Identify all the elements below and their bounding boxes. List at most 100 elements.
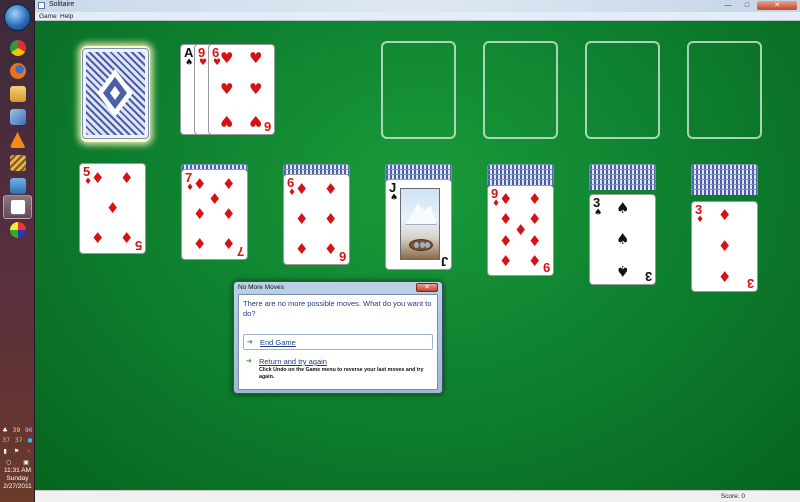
card-rank-bottom: 7	[236, 244, 244, 259]
waste-2-suit-icon: ♥	[199, 58, 208, 68]
spade-icon: ♠	[594, 208, 603, 218]
solitaire-icon	[9, 199, 26, 215]
tableau-3-top-card[interactable]: 6 ♦ ♦ ♦ ♦ ♦ ♦ ♦ 6	[283, 174, 350, 265]
diamond-pip: ♦	[295, 240, 309, 258]
explorer-icon	[9, 86, 26, 102]
heart-pip: ♥	[249, 49, 263, 67]
maximize-button[interactable]: □	[738, 1, 756, 10]
dialog-close-button[interactable]: ✕	[416, 283, 438, 292]
clock-day: Sunday	[6, 475, 29, 482]
diamond-pip: ♦	[295, 180, 309, 198]
card-rank-bottom: 3	[746, 276, 754, 291]
title-bar[interactable]: Solitaire — □ ✕	[35, 0, 800, 12]
card-rank-bottom: 9	[542, 260, 550, 275]
dialog-message: There are no more possible moves. What d…	[243, 299, 432, 318]
diamond-pip: ♦	[120, 169, 134, 187]
foundation-slot-4[interactable]	[687, 41, 762, 139]
diamond-pip: ♦	[120, 229, 134, 247]
foundation-slot-3[interactable]	[585, 41, 660, 139]
diamond-pip: ♦	[208, 190, 222, 208]
diamond-pip: ♦	[324, 210, 338, 228]
chrome-taskbar-button[interactable]	[3, 36, 32, 60]
firefox-taskbar-button[interactable]	[3, 59, 32, 83]
solitaire-app-icon[interactable]	[38, 2, 45, 9]
solitaire-taskbar-button[interactable]	[3, 195, 32, 219]
tray-value-4: 37	[14, 437, 23, 444]
start-orb-button[interactable]	[4, 4, 31, 31]
tray-flag-icon[interactable]: ⚑	[14, 448, 19, 455]
diamond-pip: ♦	[193, 235, 207, 253]
tableau-6-top-card[interactable]: 3 ♠ ♠ ♠ ♠ 3	[589, 194, 656, 285]
diamond-pip: ♦	[295, 210, 309, 228]
mountain-illustration	[405, 203, 437, 225]
return-and-try-again-button[interactable]: ➔ Return and try again Click Undo on the…	[243, 354, 433, 388]
jack-face-illustration	[400, 188, 440, 260]
diamond-pip: ♦	[91, 229, 105, 247]
spade-pip: ♠	[616, 199, 630, 217]
vlc-icon	[9, 132, 26, 148]
clock-time: 11:31 AM	[4, 467, 31, 474]
tableau-4-top-card[interactable]: J ♠ J	[385, 179, 452, 270]
end-game-button[interactable]: ➔ End Game	[243, 334, 433, 350]
tableau-2-top-card[interactable]: 7 ♦ ♦ ♦ ♦ ♦ ♦ ♦ ♦ 7	[181, 169, 248, 260]
diamond-pip: ♦	[718, 206, 732, 224]
tray-display-icon[interactable]: ▣	[23, 459, 29, 466]
diamond-pip: ♦	[528, 232, 542, 250]
virtualbox-icon	[9, 109, 26, 125]
menu-game[interactable]: Game	[39, 12, 57, 21]
diamond-pip: ♦	[718, 237, 732, 255]
clock-date: 2/27/2011	[3, 483, 32, 490]
virtualbox-taskbar-button[interactable]	[3, 105, 32, 129]
card-rank-bottom: J	[440, 254, 448, 269]
diamond-pip: ♦	[499, 210, 513, 228]
diamond-pip: ♦	[514, 221, 528, 239]
stock-pile[interactable]	[82, 48, 149, 139]
heart-pip: ♥	[220, 80, 234, 98]
menu-help[interactable]: Help	[60, 12, 73, 21]
waste-top-card[interactable]: 6 ♥ ♥ ♥ ♥ ♥ ♥ ♥ 6	[208, 44, 275, 135]
card-rank-bottom: 3	[644, 269, 652, 284]
tools-icon	[9, 155, 26, 171]
foundation-slot-1[interactable]	[381, 41, 456, 139]
tray-network-icon[interactable]: ▮	[4, 448, 7, 455]
solitaire-window: Solitaire — □ ✕ Game Help A ♠ 9 ♥ 6 ♥ ♥ …	[35, 0, 800, 502]
explorer-taskbar-button[interactable]	[3, 82, 32, 106]
tray-row-3: ▮ ⚑ ✕	[0, 448, 35, 455]
face-down-card	[589, 184, 656, 190]
diamond-pip: ♦	[222, 235, 236, 253]
heart-pip: ♥	[220, 49, 234, 67]
tableau-5-top-card[interactable]: 9 ♦ ♦ ♦ ♦ ♦ ♦ ♦ ♦ ♦ ♦ 9	[487, 185, 554, 276]
tray-volume-icon[interactable]: ✕	[26, 448, 31, 455]
tools-taskbar-button[interactable]	[3, 151, 32, 175]
diamond-pip: ♦	[528, 190, 542, 208]
tray-value-3: 37	[2, 437, 11, 444]
diamond-pip: ♦	[222, 175, 236, 193]
foundation-slot-2[interactable]	[483, 41, 558, 139]
chrome-icon	[9, 40, 26, 56]
paint-taskbar-button[interactable]	[3, 218, 32, 242]
heart-pip: ♥	[249, 80, 263, 98]
tray-user-icon[interactable]: ♣	[2, 427, 7, 434]
tableau-7-top-card[interactable]: 3 ♦ ♦ ♦ ♦ 3	[691, 201, 758, 292]
dialog-title: No More Moves	[238, 284, 284, 291]
taskbar: ♣ 39 96 37 37 ● ▮ ⚑ ✕ ○ ▣ 11:31 AM Sunda…	[0, 0, 35, 502]
diamond-pip: ♦	[91, 169, 105, 187]
firefox-icon	[9, 63, 26, 79]
minimize-button[interactable]: —	[719, 1, 737, 10]
tray-power-icon[interactable]: ○	[6, 459, 11, 466]
diamond-pip: ♦	[718, 268, 732, 286]
tray-value-1: 39	[12, 427, 21, 434]
waste-top-rank-bottom: 6	[263, 119, 271, 134]
tray-value-2: 96	[24, 427, 33, 434]
return-hint: Click Undo on the Game menu to reverse y…	[259, 367, 424, 380]
face-down-card	[691, 189, 758, 195]
network-icon	[9, 178, 26, 194]
tray-skype-icon[interactable]: ●	[27, 437, 32, 444]
diamond-pip: ♦	[499, 232, 513, 250]
tray-row-4: ○ ▣	[0, 459, 35, 466]
vlc-taskbar-button[interactable]	[3, 128, 32, 152]
taskbar-clock[interactable]: 11:31 AM Sunday 2/27/2011	[0, 467, 35, 491]
close-button[interactable]: ✕	[757, 1, 797, 10]
window-title: Solitaire	[49, 1, 75, 8]
tableau-1-top-card[interactable]: 5 ♦ ♦ ♦ ♦ ♦ ♦ 5	[79, 163, 146, 254]
